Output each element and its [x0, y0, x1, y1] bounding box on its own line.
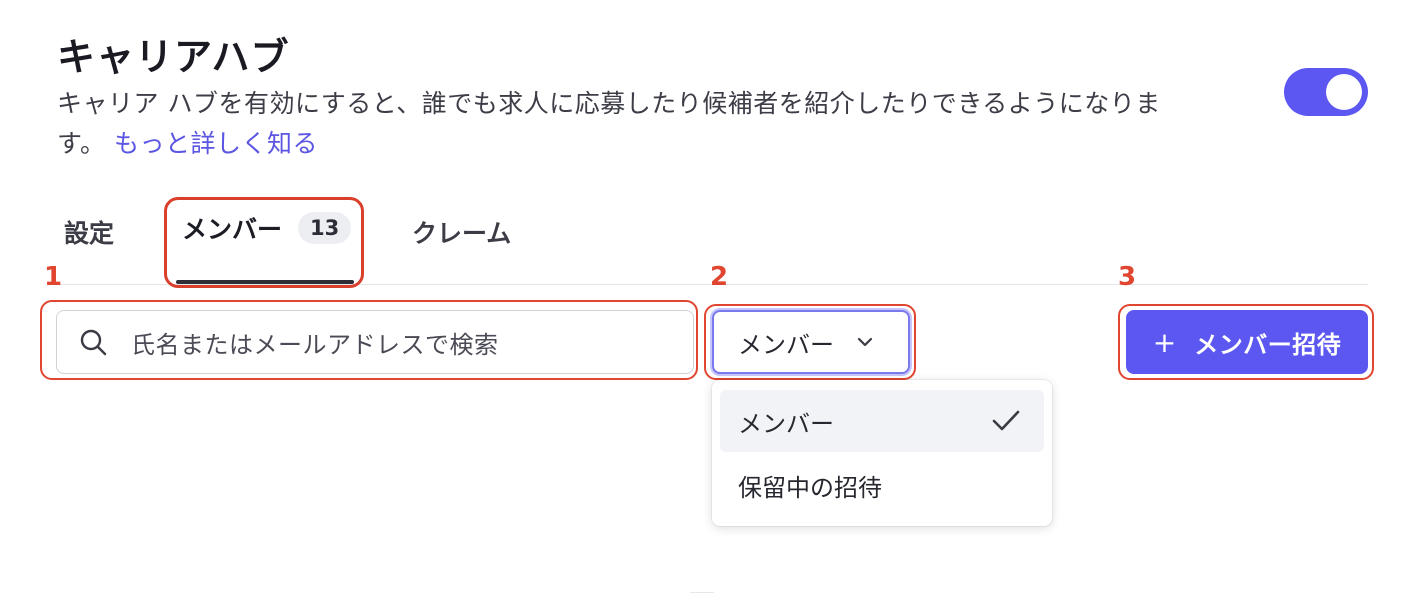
- menu-item-label: 保留中の招待: [738, 473, 882, 502]
- checkmark-icon: [992, 410, 1020, 431]
- toggle-knob: [1326, 74, 1362, 110]
- member-filter-select[interactable]: メンバー: [712, 310, 910, 374]
- career-hub-page: キャリアハブ キャリア ハブを有効にすると、誰でも求人に応募したり候補者を紹介し…: [0, 0, 1416, 610]
- invite-member-button[interactable]: + メンバー招待: [1126, 310, 1368, 374]
- search-input[interactable]: 氏名またはメールアドレスで検索: [56, 310, 694, 374]
- highlight-members-tab: [164, 197, 364, 288]
- plus-icon: +: [1152, 325, 1177, 359]
- page-description: キャリア ハブを有効にすると、誰でも求人に応募したり候補者を紹介したりできるよう…: [57, 84, 1207, 164]
- learn-more-link[interactable]: もっと詳しく知る: [114, 129, 318, 158]
- tab-claims[interactable]: クレーム: [412, 214, 511, 250]
- annotation-number-1: 1: [44, 262, 63, 292]
- annotation-number-3: 3: [1118, 262, 1137, 292]
- search-placeholder: 氏名またはメールアドレスで検索: [131, 330, 499, 359]
- menu-item-pending-invites[interactable]: 保留中の招待: [720, 454, 1044, 516]
- menu-item-label: メンバー: [738, 409, 834, 438]
- search-icon: [80, 329, 107, 356]
- divider: [690, 592, 714, 593]
- tab-settings[interactable]: 設定: [64, 214, 114, 250]
- page-title: キャリアハブ: [57, 35, 290, 79]
- invite-button-label: メンバー招待: [1194, 330, 1342, 359]
- annotation-number-2: 2: [710, 262, 729, 292]
- chevron-down-icon: [857, 337, 873, 347]
- menu-item-members[interactable]: メンバー: [720, 390, 1044, 452]
- filter-dropdown-menu: メンバー 保留中の招待: [712, 380, 1052, 526]
- career-hub-toggle[interactable]: [1284, 68, 1368, 116]
- filter-selected-value: メンバー: [738, 330, 834, 359]
